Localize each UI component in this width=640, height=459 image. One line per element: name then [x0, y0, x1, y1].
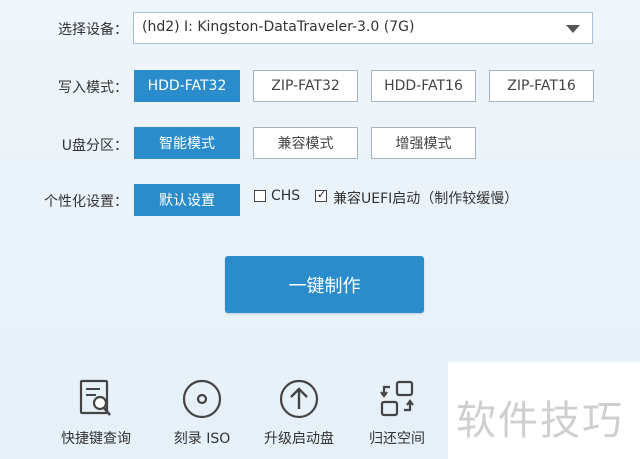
device-select[interactable]: (hd2) I: Kingston-DataTraveler-3.0 (7G)	[133, 12, 593, 44]
burn-iso-label: 刻录 ISO	[173, 431, 231, 447]
restore-space-icon	[380, 380, 414, 417]
one-click-make-button[interactable]: 一键制作	[225, 256, 424, 313]
watermark: 软件技巧	[448, 362, 640, 459]
default-settings-button[interactable]: 默认设置	[134, 184, 240, 216]
usb-tool-window: 选择设备： (hd2) I: Kingston-DataTraveler-3.0…	[0, 0, 640, 459]
write-mode-label: 写入模式：	[58, 80, 128, 96]
upgrade-arrow-icon	[279, 379, 319, 419]
write-mode-zip-fat16-button[interactable]: ZIP-FAT16	[489, 70, 594, 102]
restore-space-tool[interactable]: 归还空间	[347, 378, 447, 448]
disc-icon	[182, 379, 222, 419]
shortcut-query-tool[interactable]: 快捷键查询	[46, 378, 146, 448]
partition-label: U盘分区：	[61, 138, 128, 154]
uefi-label: 兼容UEFI启动（制作较缓慢）	[333, 191, 519, 207]
personalize-label: 个性化设置：	[44, 194, 128, 210]
restore-space-label: 归还空间	[369, 431, 425, 447]
partition-smart-button[interactable]: 智能模式	[134, 127, 240, 159]
upgrade-boot-label: 升级启动盘	[264, 431, 334, 447]
partition-enhanced-button[interactable]: 增强模式	[371, 127, 476, 159]
device-label: 选择设备：	[58, 22, 128, 38]
watermark-text: 软件技巧	[456, 398, 624, 444]
upgrade-boot-tool[interactable]: 升级启动盘	[249, 378, 349, 448]
write-mode-zip-fat32-button[interactable]: ZIP-FAT32	[253, 70, 358, 102]
write-mode-hdd-fat16-button[interactable]: HDD-FAT16	[371, 70, 476, 102]
chs-checkbox[interactable]	[254, 190, 266, 202]
write-mode-hdd-fat32-button[interactable]: HDD-FAT32	[134, 70, 240, 102]
partition-compatible-button[interactable]: 兼容模式	[253, 127, 358, 159]
shortcut-query-label: 快捷键查询	[61, 431, 131, 447]
chevron-down-icon[interactable]	[566, 25, 580, 33]
shortcut-query-icon	[79, 379, 111, 416]
checkmark-icon: ✓	[317, 188, 327, 201]
uefi-checkbox[interactable]: ✓	[315, 188, 327, 202]
device-select-value: (hd2) I: Kingston-DataTraveler-3.0 (7G)	[142, 19, 415, 35]
chs-label: CHS	[271, 188, 301, 204]
burn-iso-tool[interactable]: 刻录 ISO	[152, 378, 252, 448]
